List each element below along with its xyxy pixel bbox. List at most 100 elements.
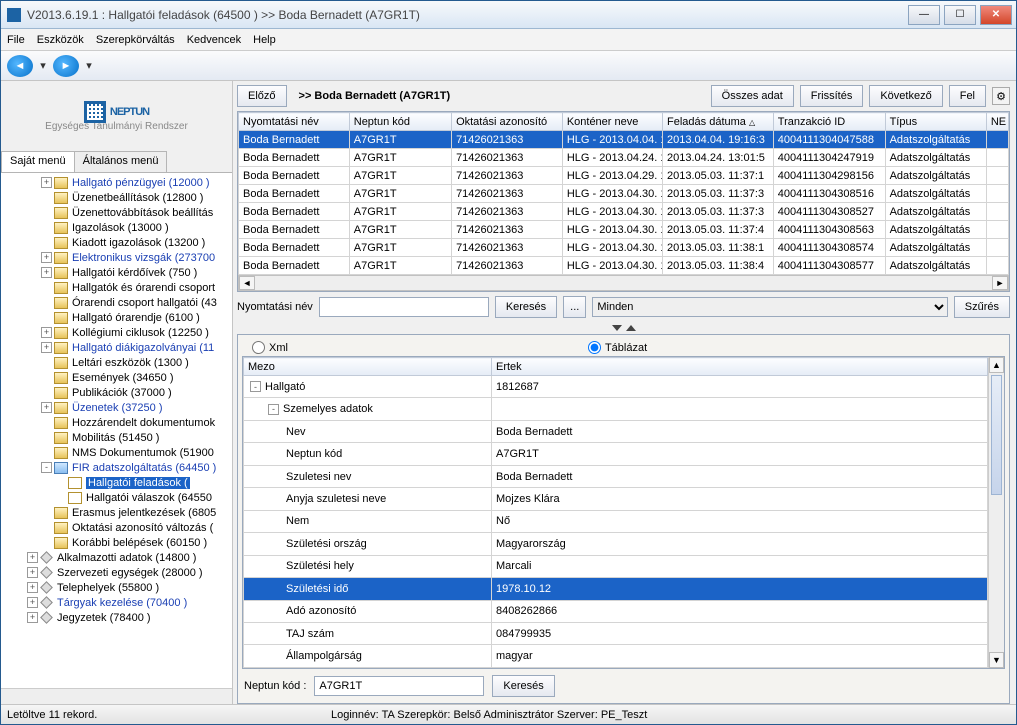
table-row[interactable]: Boda BernadettA7GR1T71426021363HLG - 201…: [239, 239, 1009, 257]
menu-file[interactable]: File: [7, 34, 25, 46]
detail-row[interactable]: -Hallgató1812687: [244, 376, 988, 398]
table-row[interactable]: Boda BernadettA7GR1T71426021363HLG - 201…: [239, 257, 1009, 275]
tree-item[interactable]: +Üzenetek (37250 ): [1, 400, 232, 415]
tree-item[interactable]: +Telephelyek (55800 ): [1, 580, 232, 595]
all-data-button[interactable]: Összes adat: [711, 85, 794, 107]
scroll-left-icon[interactable]: ◄: [239, 276, 255, 290]
tree-item[interactable]: +Hallgató pénzügyei (12000 ): [1, 175, 232, 190]
tree-item[interactable]: +Elektronikus vizsgák (273700: [1, 250, 232, 265]
tree-item[interactable]: Hozzárendelt dokumentumok: [1, 415, 232, 430]
tree-item[interactable]: Mobilitás (51450 ): [1, 430, 232, 445]
tree-item[interactable]: Események (34650 ): [1, 370, 232, 385]
up-button[interactable]: Fel: [949, 85, 986, 107]
col-header[interactable]: Típus: [885, 113, 986, 131]
menu-help[interactable]: Help: [253, 34, 276, 46]
filter-input[interactable]: [319, 297, 489, 317]
menu-roleswitch[interactable]: Szerepkörváltás: [96, 34, 175, 46]
expand-icon[interactable]: -: [250, 381, 261, 392]
settings-icon[interactable]: ⚙: [992, 87, 1010, 105]
tree-item[interactable]: Igazolások (13000 ): [1, 220, 232, 235]
table-row[interactable]: Boda BernadettA7GR1T71426021363HLG - 201…: [239, 167, 1009, 185]
detail-row[interactable]: Adó azonosító8408262866: [244, 600, 988, 622]
tree-item[interactable]: Leltári eszközök (1300 ): [1, 355, 232, 370]
tree-item[interactable]: +Hallgató diákigazolványai (11: [1, 340, 232, 355]
tree-item[interactable]: +Alkalmazotti adatok (14800 ): [1, 550, 232, 565]
grid-hscrollbar[interactable]: ◄ ►: [238, 275, 1009, 291]
detail-row[interactable]: NemNő: [244, 510, 988, 532]
menu-favorites[interactable]: Kedvencek: [187, 34, 241, 46]
back-dropdown[interactable]: ▾: [37, 60, 49, 72]
detail-row[interactable]: Születési idő1978.10.12: [244, 578, 988, 600]
detail-row[interactable]: Szuletesi nevBoda Bernadett: [244, 465, 988, 487]
table-row[interactable]: Boda BernadettA7GR1T71426021363HLG - 201…: [239, 221, 1009, 239]
refresh-button[interactable]: Frissítés: [800, 85, 864, 107]
col-header[interactable]: Tranzakció ID: [773, 113, 885, 131]
tree-item[interactable]: Üzenetbeállítások (12800 ): [1, 190, 232, 205]
detail-row[interactable]: Születési helyMarcali: [244, 555, 988, 577]
splitter[interactable]: [237, 322, 1010, 334]
expand-icon[interactable]: +: [27, 597, 38, 608]
col-header[interactable]: Nyomtatási név: [239, 113, 350, 131]
tree-item[interactable]: Oktatási azonosító változás (: [1, 520, 232, 535]
expand-icon[interactable]: +: [41, 342, 52, 353]
radio-table[interactable]: Táblázat: [588, 341, 647, 354]
detail-vscrollbar[interactable]: ▲ ▼: [988, 357, 1004, 668]
expand-icon[interactable]: +: [27, 567, 38, 578]
expand-icon[interactable]: +: [41, 327, 52, 338]
detail-row[interactable]: NevBoda Bernadett: [244, 420, 988, 442]
col-header[interactable]: Konténer neve: [562, 113, 662, 131]
tree-item[interactable]: Publikációk (37000 ): [1, 385, 232, 400]
tree-item[interactable]: +Szervezeti egységek (28000 ): [1, 565, 232, 580]
radio-xml[interactable]: Xml: [252, 341, 288, 354]
scroll-right-icon[interactable]: ►: [992, 276, 1008, 290]
expand-icon[interactable]: +: [27, 612, 38, 623]
search-button[interactable]: Keresés: [495, 296, 557, 318]
detail-row[interactable]: -Szemelyes adatok: [244, 398, 988, 420]
tree-item[interactable]: +Tárgyak kezelése (70400 ): [1, 595, 232, 610]
minimize-button[interactable]: —: [908, 5, 940, 25]
tree-item[interactable]: Hallgatói feladások (: [1, 475, 232, 490]
detail-row[interactable]: Állampolgárságmagyar: [244, 645, 988, 668]
detail-row[interactable]: Anyja szuletesi neveMojzes Klára: [244, 488, 988, 510]
tree-item[interactable]: Erasmus jelentkezések (6805: [1, 505, 232, 520]
col-header[interactable]: Mezo: [244, 358, 492, 376]
menu-tools[interactable]: Eszközök: [37, 34, 84, 46]
tab-own-menu[interactable]: Saját menü: [1, 151, 75, 172]
tree-item[interactable]: +Jegyzetek (78400 ): [1, 610, 232, 625]
col-header[interactable]: NE: [986, 113, 1008, 131]
expand-icon[interactable]: +: [41, 177, 52, 188]
expand-icon[interactable]: +: [41, 402, 52, 413]
next-button[interactable]: Következő: [869, 85, 942, 107]
tree-item[interactable]: Üzenettovábbítások beállítás: [1, 205, 232, 220]
expand-icon[interactable]: +: [41, 252, 52, 263]
forward-button[interactable]: ►: [53, 55, 79, 77]
neptun-input[interactable]: [314, 676, 484, 696]
detail-row[interactable]: TAJ szám084799935: [244, 622, 988, 644]
forward-dropdown[interactable]: ▾: [83, 60, 95, 72]
col-header[interactable]: Feladás dátuma △: [663, 113, 774, 131]
browse-button[interactable]: ...: [563, 296, 586, 318]
maximize-button[interactable]: ☐: [944, 5, 976, 25]
tree-item[interactable]: -FIR adatszolgáltatás (64450 ): [1, 460, 232, 475]
filter-select[interactable]: Minden: [592, 297, 947, 317]
tree-item[interactable]: +Kollégiumi ciklusok (12250 ): [1, 325, 232, 340]
filter-button[interactable]: Szűrés: [954, 296, 1010, 318]
expand-icon[interactable]: -: [268, 404, 279, 415]
tree-item[interactable]: Hallgatói válaszok (64550: [1, 490, 232, 505]
tree-item[interactable]: Kiadott igazolások (13200 ): [1, 235, 232, 250]
tree-item[interactable]: Órarendi csoport hallgatói (43: [1, 295, 232, 310]
expand-icon[interactable]: -: [41, 462, 52, 473]
table-row[interactable]: Boda BernadettA7GR1T71426021363HLG - 201…: [239, 185, 1009, 203]
col-header[interactable]: Oktatási azonosító: [452, 113, 563, 131]
col-header[interactable]: Neptun kód: [349, 113, 451, 131]
scroll-up-icon[interactable]: ▲: [989, 357, 1004, 373]
tree-item[interactable]: NMS Dokumentumok (51900: [1, 445, 232, 460]
nav-tree[interactable]: +Hallgató pénzügyei (12000 )Üzenetbeállí…: [1, 173, 232, 688]
prev-button[interactable]: Előző: [237, 85, 287, 107]
expand-icon[interactable]: +: [41, 267, 52, 278]
tree-item[interactable]: +Hallgatói kérdőívek (750 ): [1, 265, 232, 280]
detail-row[interactable]: Születési országMagyarország: [244, 533, 988, 555]
detail-row[interactable]: Neptun kódA7GR1T: [244, 443, 988, 465]
back-button[interactable]: ◄: [7, 55, 33, 77]
scroll-down-icon[interactable]: ▼: [989, 652, 1004, 668]
